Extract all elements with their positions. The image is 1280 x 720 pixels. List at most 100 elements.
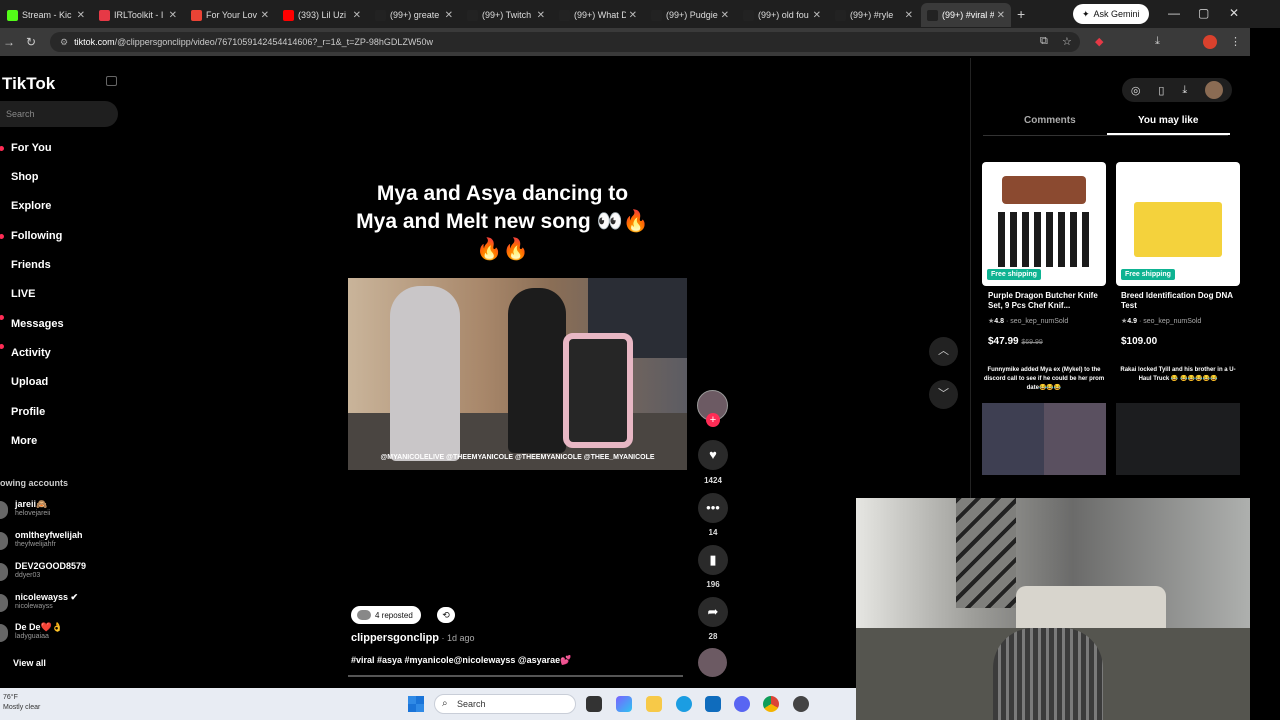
browser-tab[interactable]: IRLToolkit - I ✕ <box>93 3 183 27</box>
following-account[interactable]: omltheyfwelijah theyfwelijahfr <box>0 530 120 558</box>
recommended-video-thumbnail[interactable] <box>982 403 1106 475</box>
recommended-video-thumbnail[interactable] <box>1116 403 1240 475</box>
extension-icon[interactable]: ◆ <box>1095 35 1103 48</box>
following-account[interactable]: De De❤️👌 ladyguaiaa <box>0 622 120 650</box>
sound-disc-avatar[interactable] <box>698 648 727 677</box>
tab-close-icon[interactable]: ✕ <box>445 10 453 21</box>
close-window-icon[interactable]: ✕ <box>1229 6 1239 20</box>
browser-tab[interactable]: (99+) Pudgie ✕ <box>645 3 735 27</box>
site-info-icon[interactable]: ⚙ <box>60 37 68 48</box>
tab-comments[interactable]: Comments <box>1024 115 1076 126</box>
follow-plus-icon[interactable]: + <box>706 413 720 427</box>
browser-tab[interactable]: (99+) What D ✕ <box>553 3 643 27</box>
nav-item-for-you[interactable]: For You <box>11 142 52 154</box>
discord-icon[interactable] <box>734 696 750 712</box>
browser-tab[interactable]: For Your Lov ✕ <box>185 3 275 27</box>
nav-item-more[interactable]: More <box>11 435 37 447</box>
download-icon[interactable]: ⤓ <box>1182 84 1187 97</box>
browser-tab[interactable]: (393) Lil Uzi ✕ <box>277 3 367 27</box>
tab-close-icon[interactable]: ✕ <box>353 10 361 21</box>
author-name[interactable]: clippersgonclipp <box>351 632 439 644</box>
edge-icon[interactable] <box>676 696 692 712</box>
nav-item-shop[interactable]: Shop <box>11 171 39 183</box>
recommended-video-caption[interactable]: Rakai locked Tyill and his brother in a … <box>1116 366 1240 384</box>
user-avatar[interactable] <box>1205 81 1224 99</box>
product-name[interactable]: Purple Dragon Butcher Knife Set, 9 Pcs C… <box>988 291 1112 311</box>
tab-close-icon[interactable]: ✕ <box>629 10 637 21</box>
reload-icon[interactable]: ↻ <box>24 35 38 49</box>
nav-item-messages[interactable]: Messages <box>11 318 64 330</box>
file-explorer-icon[interactable] <box>646 696 662 712</box>
search-input[interactable]: Search <box>0 101 118 127</box>
tab-close-icon[interactable]: ✕ <box>169 10 177 21</box>
weather-widget[interactable]: 76°F Mostly clear <box>3 693 40 713</box>
install-icon[interactable]: ⧉ <box>1040 35 1048 48</box>
nav-item-profile[interactable]: Profile <box>11 406 45 418</box>
share-arrow-icon[interactable]: ➦ <box>698 597 728 627</box>
webcam-streamer <box>993 628 1103 720</box>
copilot-icon[interactable] <box>616 696 632 712</box>
tab-close-icon[interactable]: ✕ <box>261 10 269 21</box>
tab-close-icon[interactable]: ✕ <box>721 10 729 21</box>
comment-icon[interactable]: ••• <box>698 493 728 523</box>
task-view-icon[interactable] <box>586 696 602 712</box>
following-account[interactable]: DEV2GOOD8579 ddyer03 <box>0 561 120 589</box>
nav-item-following[interactable]: Following <box>11 230 62 242</box>
chrome-icon[interactable] <box>763 696 779 712</box>
tab-close-icon[interactable]: ✕ <box>537 10 545 21</box>
taskbar-search-box[interactable]: ⌕ Search <box>434 694 576 714</box>
new-tab-button[interactable]: + <box>1017 6 1025 22</box>
browser-tab[interactable]: (99+) #viral # ✕ <box>921 3 1011 27</box>
video-progress-bar[interactable] <box>348 675 683 677</box>
free-shipping-badge: Free shipping <box>987 269 1041 280</box>
view-all-link[interactable]: View all <box>13 658 46 668</box>
bookmark-icon[interactable]: ▮ <box>698 545 728 575</box>
menu-icon[interactable]: ⋮ <box>1230 35 1241 48</box>
recommended-video-caption[interactable]: Funnymike added Mya ex (Mykel) to the di… <box>982 366 1106 393</box>
browser-tab[interactable]: (99+) greate ✕ <box>369 3 459 27</box>
tab-close-icon[interactable]: ✕ <box>997 10 1005 21</box>
tab-close-icon[interactable]: ✕ <box>77 10 85 21</box>
tab-label: (99+) #ryle <box>850 10 894 20</box>
nav-item-friends[interactable]: Friends <box>11 259 51 271</box>
tab-close-icon[interactable]: ✕ <box>813 10 821 21</box>
following-account[interactable]: nicolewayss ✔ nicolewayss <box>0 592 120 620</box>
maximize-icon[interactable]: ▢ <box>1198 6 1209 20</box>
product-name[interactable]: Breed Identification Dog DNA Test <box>1121 291 1245 311</box>
url-bar[interactable]: ⚙ tiktok.com/@clippersgonclipp/video/767… <box>50 32 1080 52</box>
forward-icon[interactable]: → <box>2 35 16 49</box>
download-icon[interactable]: ⤓ <box>1155 35 1160 48</box>
browser-tab[interactable]: (99+) Twitch ✕ <box>461 3 551 27</box>
previous-video-chevron-up-icon[interactable]: ︿ <box>929 337 958 366</box>
like-heart-icon[interactable]: ♥ <box>698 440 728 470</box>
next-video-chevron-down-icon[interactable]: ﹀ <box>929 380 958 409</box>
compass-icon[interactable]: ◎ <box>1131 84 1141 97</box>
tab-close-icon[interactable]: ✕ <box>905 10 913 21</box>
ask-gemini-button[interactable]: ✦ Ask Gemini <box>1073 4 1149 24</box>
nav-item-explore[interactable]: Explore <box>11 200 51 212</box>
obs-icon[interactable] <box>793 696 809 712</box>
following-account[interactable]: jareii🙈 helovejareii <box>0 499 120 527</box>
nav-item-upload[interactable]: Upload <box>11 376 48 388</box>
product-card-image[interactable]: Free shipping <box>982 162 1106 286</box>
bookmark-star-icon[interactable]: ☆ <box>1062 35 1072 48</box>
tab-you-may-like[interactable]: You may like <box>1138 115 1198 126</box>
product-card-image[interactable]: Free shipping <box>1116 162 1240 286</box>
browser-tab[interactable]: Stream - Kic ✕ <box>1 3 91 27</box>
collapse-sidebar-icon[interactable] <box>106 76 117 86</box>
browser-tab[interactable]: (99+) old fou ✕ <box>737 3 827 27</box>
repost-icon[interactable]: ⟲ <box>437 607 455 623</box>
webcam-overlay <box>856 498 1250 720</box>
profile-avatar-icon[interactable] <box>1203 35 1217 49</box>
phone-icon[interactable]: ▯ <box>1158 84 1164 97</box>
nav-item-activity[interactable]: Activity <box>11 347 51 359</box>
browser-tab[interactable]: (99+) #ryle ✕ <box>829 3 919 27</box>
video-player[interactable]: @MYANICOLELIVE @THEEMYANICOLE @THEEMYANI… <box>348 278 687 470</box>
nav-item-live[interactable]: LIVE <box>11 288 35 300</box>
windows-start-icon[interactable] <box>408 696 424 712</box>
reposted-pill[interactable]: 4 reposted <box>351 606 421 624</box>
store-icon[interactable] <box>705 696 721 712</box>
minimize-icon[interactable]: — <box>1168 6 1180 20</box>
tiktok-logo[interactable]: TikTok <box>2 74 55 94</box>
video-hashtags[interactable]: #viral #asya #myanicole@nicolewayss @asy… <box>351 655 571 666</box>
